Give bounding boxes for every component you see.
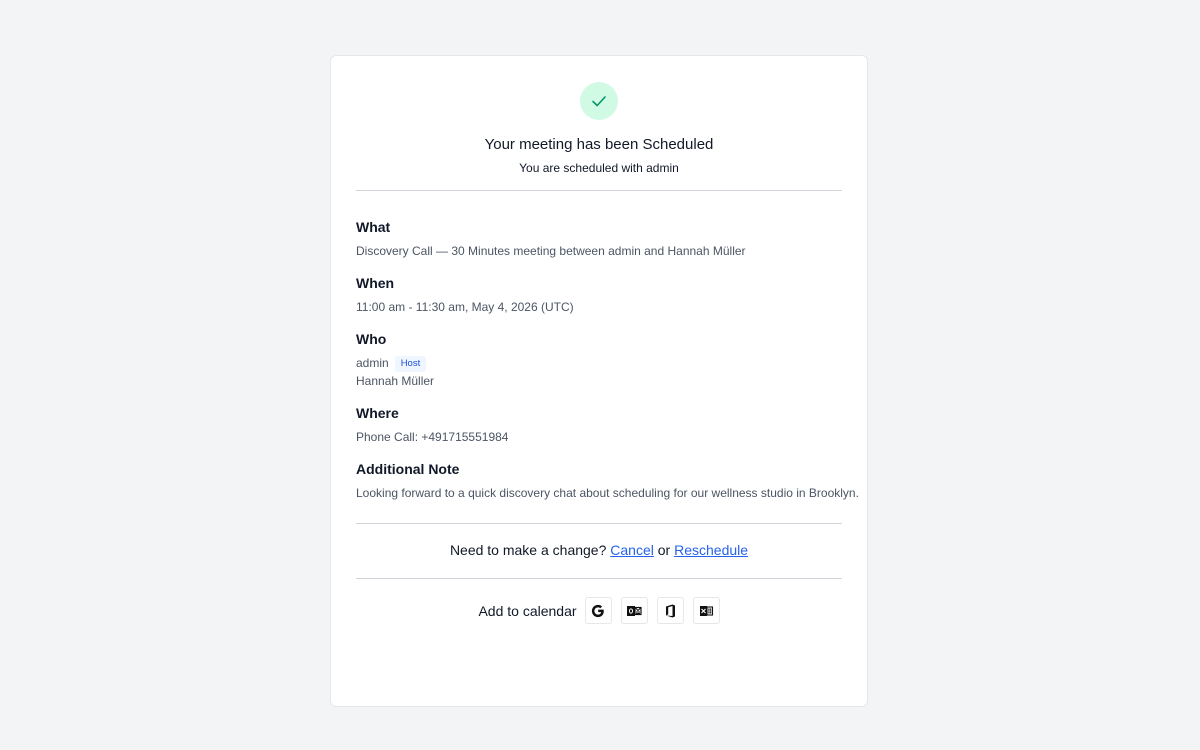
add-to-calendar-label: Add to calendar — [478, 602, 577, 619]
office365-icon — [666, 604, 676, 617]
attendee-name: admin — [356, 356, 389, 370]
attendee-name: Hannah Müller — [356, 374, 435, 388]
reschedule-link[interactable]: Reschedule — [674, 542, 748, 558]
or-text: or — [657, 542, 671, 558]
section-where-label: Where — [356, 405, 399, 421]
change-prompt: Need to make a change? — [449, 542, 607, 558]
change-booking-row: Need to make a change? Cancel or Resched… — [356, 542, 842, 558]
section-who-label: Who — [356, 331, 387, 347]
check-icon — [592, 96, 606, 107]
google-icon — [591, 604, 604, 617]
outlook-icon — [627, 605, 642, 616]
booking-confirmation-card: Your meeting has been Scheduled You are … — [330, 55, 868, 707]
section-where: Where Phone Call: +491715551984 — [356, 405, 842, 446]
section-where-value: Phone Call: +491715551984 — [356, 430, 509, 444]
add-microsoft-office-calendar-button[interactable] — [692, 597, 720, 624]
section-note-label: Additional Note — [356, 461, 460, 477]
microsoft-office-icon — [700, 605, 714, 616]
section-when-label: When — [356, 275, 395, 291]
page-title: Your meeting has been Scheduled — [484, 136, 714, 153]
section-what-label: What — [356, 219, 391, 235]
section-note-value: Looking forward to a quick discovery cha… — [356, 486, 859, 500]
section-who: Who admin Host Hannah Müller — [356, 331, 842, 390]
divider — [356, 190, 842, 191]
section-what-value: Discovery Call — 30 Minutes meeting betw… — [356, 244, 746, 258]
cancel-link[interactable]: Cancel — [610, 542, 654, 558]
divider — [356, 523, 842, 524]
attendee-row: admin Host — [356, 354, 842, 372]
add-outlook-calendar-button[interactable] — [620, 597, 648, 624]
section-what: What Discovery Call — 30 Minutes meeting… — [356, 219, 842, 260]
attendee-row: Hannah Müller — [356, 372, 842, 390]
page-subtitle: You are scheduled with admin — [519, 161, 679, 175]
add-to-calendar-row: Add to calendar — [356, 597, 842, 624]
section-when: When 11:00 am - 11:30 am, May 4, 2026 (U… — [356, 275, 842, 316]
add-google-calendar-button[interactable] — [584, 597, 612, 624]
success-badge — [580, 82, 618, 120]
section-note: Additional Note Looking forward to a qui… — [356, 461, 859, 502]
card-content: Your meeting has been Scheduled You are … — [356, 56, 859, 706]
section-when-value: 11:00 am - 11:30 am, May 4, 2026 (UTC) — [356, 300, 574, 314]
add-office365-calendar-button[interactable] — [656, 597, 684, 624]
host-badge: Host — [394, 356, 427, 372]
divider — [356, 578, 842, 579]
